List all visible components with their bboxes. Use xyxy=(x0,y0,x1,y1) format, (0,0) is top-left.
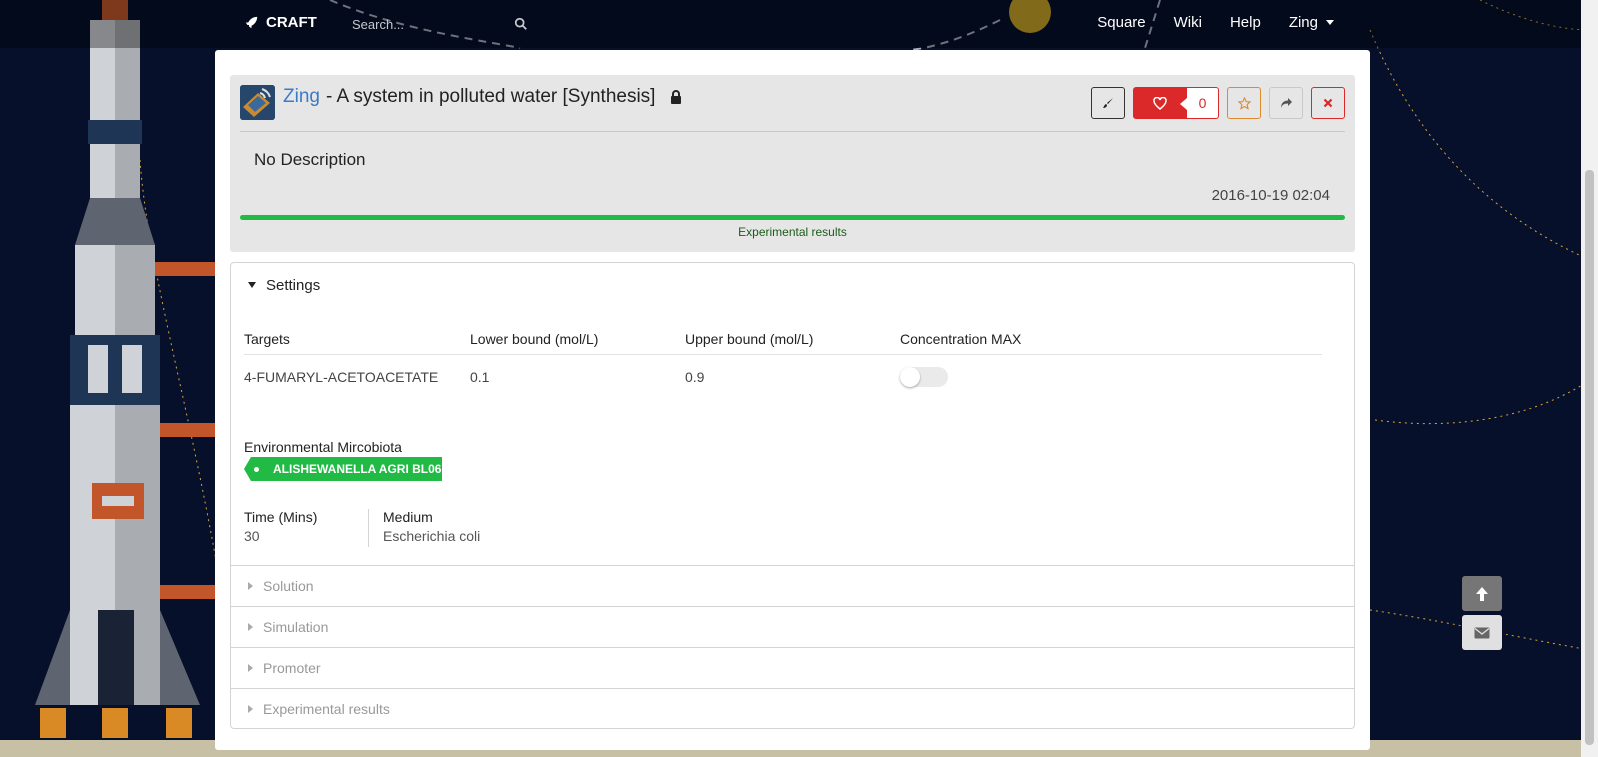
concentration-max-cell xyxy=(900,367,1120,387)
user-menu-label: Zing xyxy=(1288,14,1318,31)
header-divider xyxy=(240,131,1345,132)
medium-label: Medium xyxy=(383,509,433,525)
project-title: - A system in polluted water [Synthesis] xyxy=(325,86,656,107)
caret-right-icon xyxy=(248,623,253,631)
details-accordion: Settings Targets Lower bound (mol/L) Upp… xyxy=(230,262,1355,729)
brand-name: CRAFT xyxy=(266,14,317,31)
favorite-button[interactable] xyxy=(1227,87,1261,119)
time-stat: Time (Mins) 30 xyxy=(244,509,317,544)
like-button[interactable] xyxy=(1133,87,1187,119)
close-icon xyxy=(1323,98,1333,108)
star-icon xyxy=(1237,96,1251,110)
brand-link[interactable]: CRAFT xyxy=(245,14,317,31)
column-header-upper-bound: Upper bound (mol/L) xyxy=(685,330,814,347)
scroll-to-top-button[interactable] xyxy=(1462,576,1502,611)
main-card: Zing - A system in polluted water [Synth… xyxy=(215,50,1370,750)
lower-bound-value: 0.1 xyxy=(470,369,490,385)
promoter-title-label: Promoter xyxy=(263,660,321,676)
section-divider xyxy=(231,606,1354,607)
heart-icon xyxy=(1153,96,1167,110)
like-count: 0 xyxy=(1180,87,1219,119)
share-icon xyxy=(1280,98,1292,108)
solution-title-label: Solution xyxy=(263,578,314,594)
column-header-lower-bound: Lower bound (mol/L) xyxy=(470,330,599,347)
medium-value: Escherichia coli xyxy=(383,528,481,544)
promoter-section-title[interactable]: Promoter xyxy=(231,648,321,688)
simulation-title-label: Simulation xyxy=(263,619,329,635)
page-scrollbar[interactable] xyxy=(1581,0,1598,757)
contact-button[interactable] xyxy=(1462,615,1502,650)
rocket-icon xyxy=(245,16,258,29)
solution-section-title[interactable]: Solution xyxy=(231,566,314,606)
promoter-title-row: Promoter xyxy=(231,660,321,676)
share-button[interactable] xyxy=(1269,87,1303,119)
page-title: Zing - A system in polluted water [Synth… xyxy=(283,86,683,108)
experimental-results-section-title[interactable]: Experimental results xyxy=(231,689,390,729)
experimental-results-title-row: Experimental results xyxy=(231,701,390,717)
progress-fill xyxy=(240,215,1345,220)
table-header: Targets Lower bound (mol/L) Upper bound … xyxy=(244,323,1322,355)
project-description: No Description xyxy=(254,150,366,169)
microbiota-tag[interactable]: ALISHEWANELLA AGRI BL06 xyxy=(244,457,442,481)
avatar-image xyxy=(240,85,275,120)
upper-bound-value: 0.9 xyxy=(685,369,705,385)
time-label: Time (Mins) xyxy=(244,509,318,525)
column-header-targets: Targets xyxy=(244,330,290,347)
search-input[interactable] xyxy=(350,15,510,33)
lock-icon xyxy=(671,90,682,104)
table-row: 4-FUMARYL-ACETOACETATE 0.1 0.9 xyxy=(244,355,1322,399)
project-owner-link[interactable]: Zing xyxy=(283,86,320,108)
search-box xyxy=(350,12,540,36)
search-icon[interactable] xyxy=(514,17,528,31)
timestamp: 2016-10-19 02:04 xyxy=(1211,187,1330,204)
section-divider xyxy=(231,565,1354,566)
like-group: 0 xyxy=(1133,87,1219,119)
paint-brush-icon xyxy=(1103,98,1113,108)
settings-section-title[interactable]: Settings xyxy=(231,275,320,295)
scrollbar-thumb[interactable] xyxy=(1585,170,1594,745)
close-button[interactable] xyxy=(1311,87,1345,119)
simulation-section-title[interactable]: Simulation xyxy=(231,607,328,647)
nav-link-help[interactable]: Help xyxy=(1216,12,1275,33)
experimental-results-title-label: Experimental results xyxy=(263,701,390,717)
target-name: 4-FUMARYL-ACETOACETATE xyxy=(244,369,439,385)
concentration-max-toggle[interactable] xyxy=(900,367,948,387)
nav-links: Square Wiki Help Zing xyxy=(1083,12,1348,33)
action-buttons: 0 xyxy=(1091,87,1345,119)
top-navbar: CRAFT Square Wiki Help Zing xyxy=(0,0,1598,48)
solution-title-row: Solution xyxy=(231,578,314,594)
user-menu[interactable]: Zing xyxy=(1275,12,1348,33)
microbiota-tag-label: ALISHEWANELLA AGRI BL06 xyxy=(273,462,442,476)
progress-label: Experimental results xyxy=(738,225,847,239)
nav-link-wiki[interactable]: Wiki xyxy=(1160,12,1216,33)
tag-dot xyxy=(254,466,259,472)
progress-bar xyxy=(240,215,1345,220)
project-header: Zing - A system in polluted water [Synth… xyxy=(230,75,1355,252)
simulation-title-row: Simulation xyxy=(231,619,328,635)
time-value: 30 xyxy=(244,528,260,544)
caret-down-icon xyxy=(248,282,256,288)
section-divider xyxy=(231,647,1354,648)
caret-right-icon xyxy=(248,582,253,590)
toggle-knob xyxy=(900,367,920,387)
nav-link-square[interactable]: Square xyxy=(1083,12,1159,33)
caret-right-icon xyxy=(248,664,253,672)
edit-button[interactable] xyxy=(1091,87,1125,119)
avatar[interactable] xyxy=(240,85,275,120)
targets-table: Targets Lower bound (mol/L) Upper bound … xyxy=(244,323,1322,399)
arrow-up-icon xyxy=(1476,586,1488,601)
medium-stat: Medium Escherichia coli xyxy=(368,509,480,547)
section-divider xyxy=(231,688,1354,689)
environmental-microbiota-label: Environmental Mircobiota xyxy=(244,439,402,455)
caret-down-icon xyxy=(1326,19,1334,25)
column-header-concentration-max: Concentration MAX xyxy=(900,330,1022,347)
caret-right-icon xyxy=(248,705,253,713)
settings-title-label: Settings xyxy=(266,276,321,294)
mail-icon xyxy=(1474,627,1490,638)
